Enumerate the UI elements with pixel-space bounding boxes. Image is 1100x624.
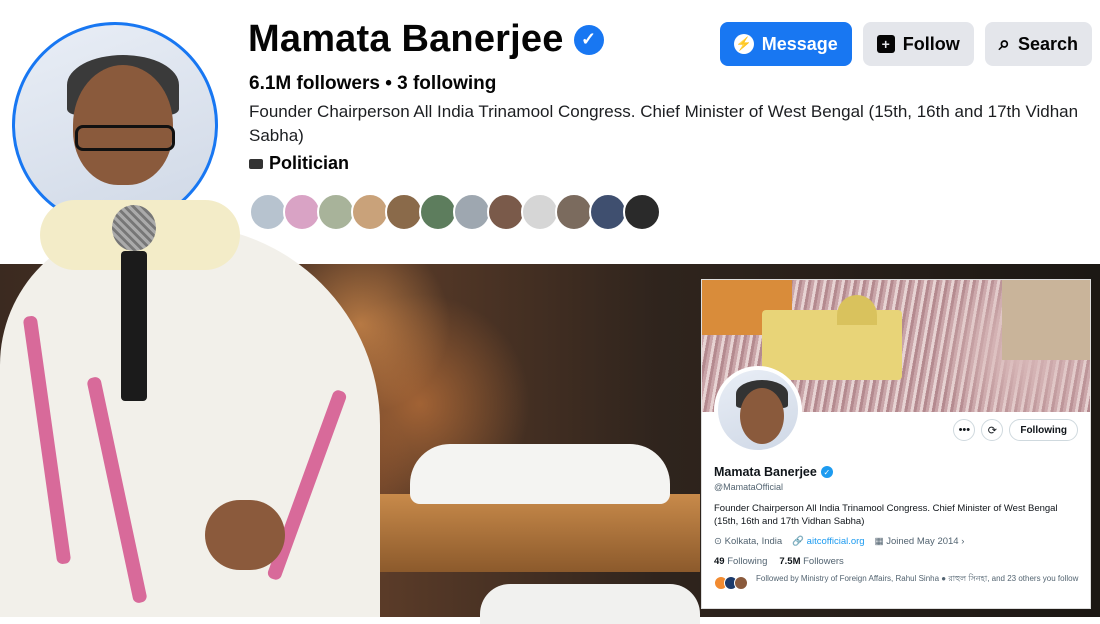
friend-avatar[interactable]	[317, 193, 355, 231]
banner-dome	[837, 295, 877, 325]
x-followers-count[interactable]: 7.5M Followers	[779, 556, 843, 567]
x-follow-counts: 49 Following 7.5M Followers	[714, 556, 844, 567]
saree-stripe	[86, 376, 148, 604]
friend-avatar[interactable]	[385, 193, 423, 231]
follow-button-label: Follow	[902, 33, 960, 54]
followed-by-avatar	[734, 576, 748, 590]
friend-avatar[interactable]	[283, 193, 321, 231]
x-name-row: Mamata Banerjee ✓	[714, 465, 833, 479]
link-icon: 🔗	[792, 536, 805, 547]
profile-name: Mamata Banerjee	[248, 18, 564, 60]
x-verified-icon: ✓	[820, 466, 833, 478]
x-profile-card: ••• ⟳ Following Mamata Banerjee ✓ @Mamat…	[701, 279, 1091, 609]
x-following-count[interactable]: 49 Following	[714, 556, 767, 567]
wooden-table	[340, 494, 700, 572]
friend-avatar[interactable]	[623, 193, 661, 231]
friend-avatar[interactable]	[487, 193, 525, 231]
category-label: Politician	[269, 153, 350, 173]
search-button[interactable]: ⌕ Search	[984, 22, 1092, 66]
friend-avatar[interactable]	[589, 193, 627, 231]
x-location: ⊙ Kolkata, India	[714, 536, 782, 547]
x-joined-text: Joined May 2014	[886, 536, 959, 547]
saree-stripe	[22, 315, 72, 565]
banner-mosque	[762, 310, 902, 380]
x-profile-actions: ••• ⟳ Following	[953, 419, 1078, 441]
location-pin-icon: ⊙	[714, 536, 722, 547]
x-website[interactable]: 🔗 aitcofficial.org	[792, 536, 864, 547]
friend-avatar[interactable]	[351, 193, 389, 231]
notification-bell-icon[interactable]: ⟳	[981, 419, 1004, 441]
verified-badge-icon: ✓	[573, 24, 604, 55]
following-button[interactable]: Following	[1009, 419, 1078, 441]
followed-by-text: Followed by Ministry of Foreign Affairs,…	[756, 574, 1079, 583]
x-bio: Founder Chairperson All India Trinamool …	[714, 503, 1058, 527]
hand	[205, 500, 285, 570]
profile-glasses	[75, 125, 175, 151]
friend-avatar[interactable]	[453, 193, 491, 231]
message-button-label: Message	[761, 33, 838, 54]
x-website-link[interactable]: aitcofficial.org	[807, 536, 865, 547]
profile-picture[interactable]	[12, 22, 218, 228]
cotton-pile-lower	[480, 584, 700, 624]
following-count-label: Following	[727, 556, 768, 567]
follower-stats[interactable]: 6.1M followers • 3 following	[249, 73, 496, 95]
friend-avatar[interactable]	[521, 193, 559, 231]
profile-category: Politician	[249, 153, 349, 174]
cotton-pile	[410, 444, 670, 504]
follow-button[interactable]: + Follow	[862, 22, 974, 66]
banner-building-right	[1002, 280, 1090, 360]
microphone	[112, 205, 156, 405]
followers-count-label: Followers	[803, 556, 844, 567]
search-icon: ⌕	[998, 32, 1010, 55]
profile-bio: Founder Chairperson All India Trinamool …	[249, 102, 1079, 145]
briefcase-icon	[249, 158, 263, 169]
follow-icon: +	[876, 35, 895, 53]
x-followed-by[interactable]: Followed by Ministry of Foreign Affairs,…	[714, 574, 1080, 590]
friend-avatar[interactable]	[419, 193, 457, 231]
x-display-name: Mamata Banerjee	[714, 465, 817, 479]
profile-name-row: Mamata Banerjee ✓	[248, 18, 604, 61]
x-handle: @MamataOfficial	[714, 482, 783, 492]
microphone-stem	[121, 251, 147, 401]
more-options-icon[interactable]: •••	[953, 419, 976, 441]
followers-count-value: 7.5M	[779, 556, 801, 567]
calendar-icon: ▦	[874, 536, 884, 547]
followed-by-avatars	[714, 576, 748, 590]
friend-avatar[interactable]	[249, 193, 287, 231]
message-button[interactable]: ⚡ Message	[719, 22, 852, 66]
following-count-value: 49	[714, 556, 725, 567]
x-profile-meta: ⊙ Kolkata, India 🔗 aitcofficial.org ▦ Jo…	[714, 536, 964, 547]
friend-avatar[interactable]	[555, 193, 593, 231]
microphone-head	[112, 205, 156, 251]
x-joined: ▦ Joined May 2014 ›	[874, 536, 965, 547]
profile-actions: ⚡ Message + Follow ⌕ Search	[719, 22, 1092, 66]
mutual-followers-avatars[interactable]	[249, 193, 661, 231]
search-button-label: Search	[1017, 33, 1078, 54]
x-avatar-face	[740, 388, 784, 444]
x-avatar[interactable]	[714, 366, 802, 454]
messenger-icon: ⚡	[733, 34, 754, 54]
x-location-text: Kolkata, India	[724, 536, 783, 547]
